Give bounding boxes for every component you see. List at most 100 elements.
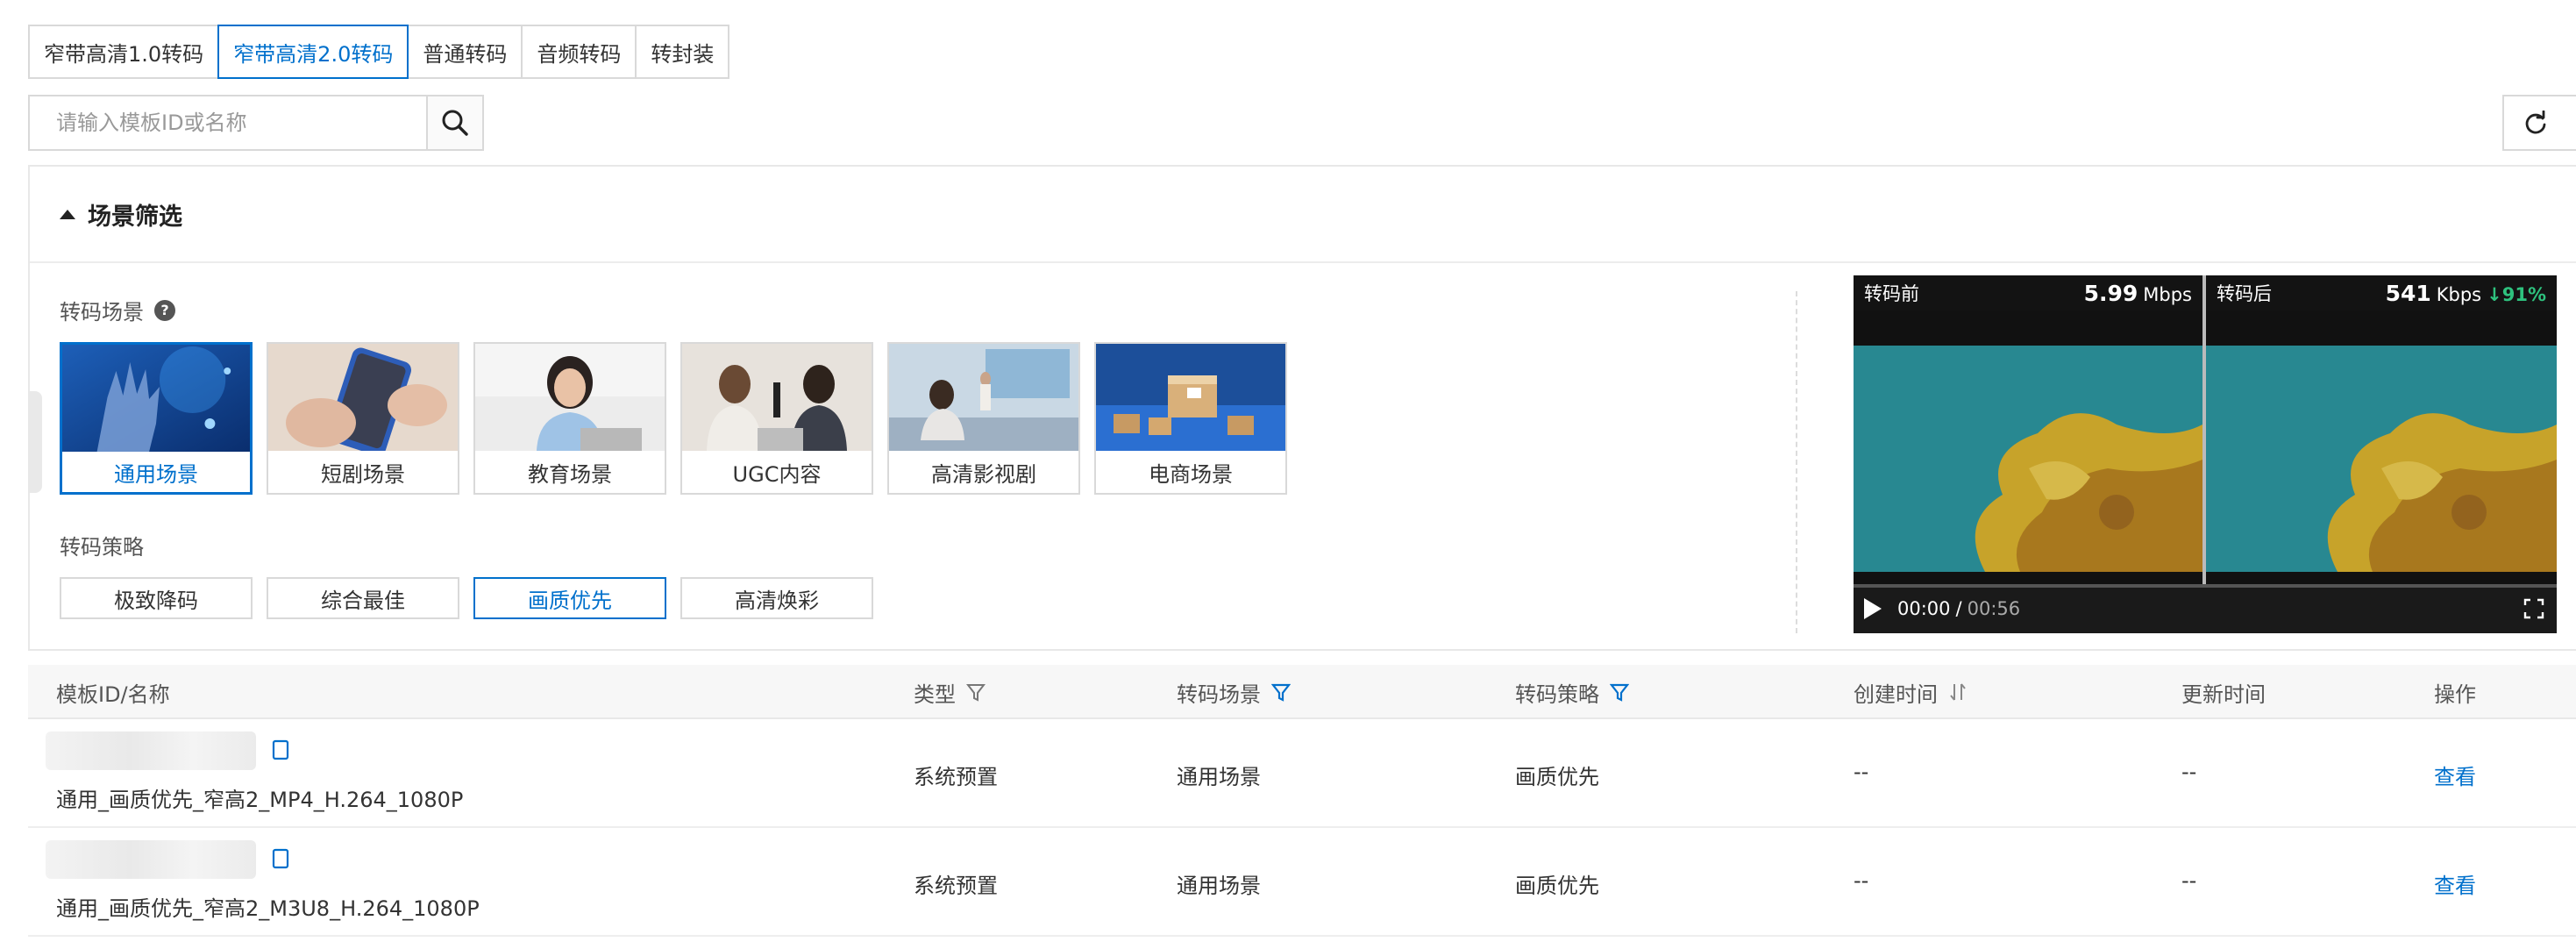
strategy-quality-first[interactable]: 画质优先 (473, 577, 666, 619)
template-created-time: -- (1854, 760, 1869, 784)
comparison-video-player[interactable]: 转码前 5.99Mbps 转码后 541Kbps↓91% 00:00 / (1854, 275, 2557, 633)
strategy-options: 极致降码 综合最佳 画质优先 高清焕彩 (60, 577, 887, 619)
strategy-label-text: 转码策略 (60, 535, 144, 560)
play-icon[interactable] (1864, 598, 1882, 619)
filter-active-icon[interactable] (1610, 682, 1629, 702)
strategy-hd-vivid[interactable]: 高清焕彩 (680, 577, 873, 619)
template-updated-time: -- (2181, 868, 2197, 893)
template-scene: 通用场景 (1177, 765, 1261, 789)
template-name: 通用_画质优先_窄高2_M3U8_H.264_1080P (56, 896, 480, 921)
strategy-extreme-reduction[interactable]: 极致降码 (60, 577, 253, 619)
video-controls: 00:00 / 00:56 (1854, 584, 2557, 633)
before-bitrate-value: 5.99 (2083, 280, 2138, 306)
scene-card-general[interactable]: 通用场景 (60, 342, 253, 495)
bitrate-reduction: ↓91% (2487, 283, 2546, 305)
col-header-updated: 更新时间 (2181, 665, 2266, 719)
ugc-scene-image (682, 344, 872, 451)
col-type-label: 类型 (914, 681, 956, 707)
scene-label-short-drama: 短剧场景 (321, 461, 405, 487)
refresh-icon (2525, 111, 2546, 134)
scene-card-short-drama[interactable]: 短剧场景 (267, 342, 459, 495)
strategy-section-label: 转码策略 (60, 530, 144, 560)
scene-label-hd-drama: 高清影视剧 (931, 461, 1036, 487)
template-name: 通用_画质优先_窄高2_MP4_H.264_1080P (56, 788, 464, 812)
video-before-pane: 转码前 5.99 Mbps (1854, 275, 2202, 584)
template-type: 系统预置 (914, 765, 998, 789)
col-header-created: 创建时间 (1854, 665, 1968, 719)
view-link[interactable]: 查看 (2434, 760, 2476, 790)
col-updated-label: 更新时间 (2181, 681, 2266, 707)
side-collapse-handle[interactable] (30, 391, 42, 493)
after-video-frame (2206, 346, 2557, 572)
scene-label-general: 通用场景 (114, 461, 198, 487)
transcode-type-tabs: 窄带高清1.0转码 窄带高清2.0转码 普通转码 音频转码 转封装 (28, 25, 730, 79)
hd-drama-scene-image (889, 344, 1078, 451)
filter-active-icon[interactable] (1271, 682, 1291, 702)
template-id-redacted (46, 731, 256, 770)
scene-label-text: 转码场景 (60, 300, 144, 325)
table-row: 通用_画质优先_窄高2_MP4_H.264_1080P 系统预置 通用场景 画质… (28, 719, 2576, 828)
col-scene-label: 转码场景 (1177, 681, 1261, 707)
general-scene-image (62, 345, 250, 452)
scene-filter-header[interactable]: 场景筛选 (30, 167, 2576, 263)
scene-card-education[interactable]: 教育场景 (473, 342, 666, 495)
col-action-label: 操作 (2434, 681, 2476, 707)
before-label: 转码前 (1864, 283, 1919, 304)
view-link[interactable]: 查看 (2434, 868, 2476, 899)
scene-options: 通用场景 短剧场景 教育场景 UGC内容 高清影视剧 电商场景 (60, 342, 1301, 495)
template-id-redacted (46, 840, 256, 879)
after-bitrate-unit: Kbps (2436, 283, 2482, 305)
tab-remux[interactable]: 转封装 (635, 25, 730, 79)
refresh-button[interactable] (2502, 95, 2576, 151)
scene-card-hd-drama[interactable]: 高清影视剧 (887, 342, 1080, 495)
tab-narrowband-hd-2[interactable]: 窄带高清2.0转码 (217, 25, 409, 79)
col-header-name: 模板ID/名称 (56, 665, 170, 719)
search-input[interactable] (28, 95, 426, 151)
strategy-balanced-best[interactable]: 综合最佳 (267, 577, 459, 619)
scene-section-label: 转码场景 ? (60, 295, 175, 325)
col-strategy-label: 转码策略 (1515, 681, 1599, 707)
tab-narrowband-hd-1[interactable]: 窄带高清1.0转码 (28, 25, 220, 79)
video-progress-bar[interactable] (1854, 584, 2557, 588)
before-bitrate-unit: Mbps (2143, 283, 2192, 305)
search-button[interactable] (426, 95, 484, 151)
template-strategy: 画质优先 (1515, 765, 1599, 789)
video-before-info: 转码前 5.99 Mbps (1854, 275, 2202, 310)
tab-normal-transcode[interactable]: 普通转码 (407, 25, 523, 79)
scene-label-ugc: UGC内容 (732, 461, 822, 487)
template-strategy: 画质优先 (1515, 874, 1599, 898)
short-drama-scene-image (268, 344, 458, 451)
before-video-frame (1854, 346, 2202, 572)
table-row: 通用_画质优先_窄高2_M3U8_H.264_1080P 系统预置 通用场景 画… (28, 828, 2576, 937)
search-bar (28, 95, 484, 151)
video-time-separator: / (1955, 598, 1962, 619)
caret-up-icon (60, 209, 75, 219)
copy-icon[interactable] (268, 847, 291, 870)
after-bitrate: 541 Kbps ↓91% (2386, 281, 2546, 306)
scene-filter-title: 场景筛选 (88, 203, 182, 231)
copy-icon[interactable] (268, 739, 291, 761)
video-after-info: 转码后 541 Kbps ↓91% (2206, 275, 2557, 310)
col-header-scene: 转码场景 (1177, 665, 1291, 719)
ecommerce-scene-image (1096, 344, 1285, 451)
video-after-pane: 转码后 541 Kbps ↓91% (2206, 275, 2557, 584)
filter-icon[interactable] (966, 682, 986, 702)
help-icon[interactable]: ? (154, 299, 175, 321)
after-label: 转码后 (2217, 283, 2272, 304)
col-created-label: 创建时间 (1854, 681, 1938, 707)
tab-audio-transcode[interactable]: 音频转码 (521, 25, 637, 79)
search-icon (442, 110, 468, 136)
col-header-action: 操作 (2434, 665, 2476, 719)
scene-card-ecommerce[interactable]: 电商场景 (1094, 342, 1287, 495)
video-total-time: 00:56 (1967, 598, 2021, 619)
fullscreen-icon[interactable] (2523, 598, 2544, 619)
col-header-strategy: 转码策略 (1515, 665, 1629, 719)
sort-icon[interactable] (1948, 682, 1968, 702)
scene-card-ugc[interactable]: UGC内容 (680, 342, 873, 495)
template-scene: 通用场景 (1177, 874, 1261, 898)
education-scene-image (475, 344, 665, 451)
scene-label-education: 教育场景 (528, 461, 612, 487)
video-current-time: 00:00 (1897, 598, 1951, 619)
scene-filter-panel: 场景筛选 转码场景 ? 通用场景 短剧场景 教育场景 UGC内容 高清影视剧 电… (28, 165, 2576, 651)
panel-divider (1796, 291, 1797, 633)
